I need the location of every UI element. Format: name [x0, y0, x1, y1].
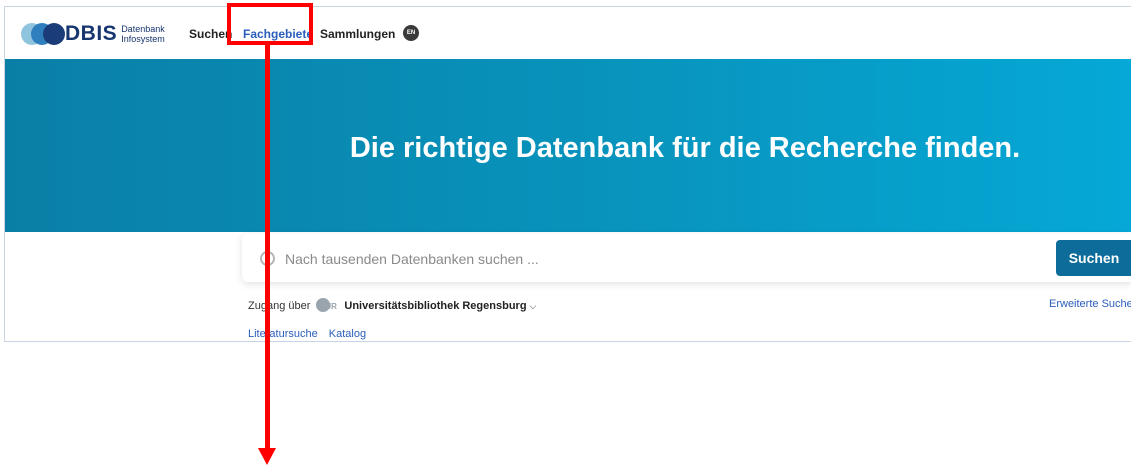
- nav-suchen[interactable]: Suchen: [189, 27, 232, 41]
- chevron-down-icon[interactable]: ⌵: [530, 301, 537, 312]
- access-selector: Zugang über UR Universitätsbibliothek Re…: [248, 298, 536, 314]
- nav-sammlungen[interactable]: Sammlungen: [320, 27, 395, 41]
- logo-subtitle: Datenbank Infosystem: [121, 24, 165, 44]
- hero-title: Die richtige Datenbank für die Recherche…: [349, 132, 1021, 164]
- logo-sub1: Datenbank: [121, 24, 165, 34]
- logo-brand: DBIS: [65, 22, 118, 45]
- ur-logo-icon: UR: [316, 298, 337, 314]
- language-toggle[interactable]: EN: [403, 25, 419, 41]
- search-button[interactable]: Suchen: [1056, 240, 1131, 276]
- annotation-arrow-head-icon: [258, 448, 276, 465]
- highlight-box: [227, 3, 313, 45]
- catalog-link[interactable]: Katalog: [329, 328, 366, 340]
- literature-search-link[interactable]: Literatursuche: [248, 328, 318, 340]
- dbis-logo[interactable]: DBIS Datenbank Infosystem: [21, 21, 165, 47]
- search-input[interactable]: [283, 245, 1067, 273]
- annotation-arrow-line: [265, 44, 270, 450]
- logo-sub2: Infosystem: [121, 34, 165, 44]
- logo-circles-icon: [21, 23, 69, 45]
- search-bar: [242, 234, 1131, 282]
- ur-badge-text: UR: [325, 302, 337, 311]
- library-dropdown[interactable]: Universitätsbibliothek Regensburg: [344, 300, 526, 312]
- access-prefix: Zugang über: [248, 300, 311, 312]
- advanced-search-link[interactable]: Erweiterte Suche: [1049, 298, 1131, 310]
- page-frame: DBIS Datenbank Infosystem Suchen Fachgeb…: [4, 6, 1131, 342]
- header: DBIS Datenbank Infosystem Suchen Fachgeb…: [5, 7, 1131, 59]
- hero-banner: Die richtige Datenbank für die Recherche…: [5, 59, 1131, 232]
